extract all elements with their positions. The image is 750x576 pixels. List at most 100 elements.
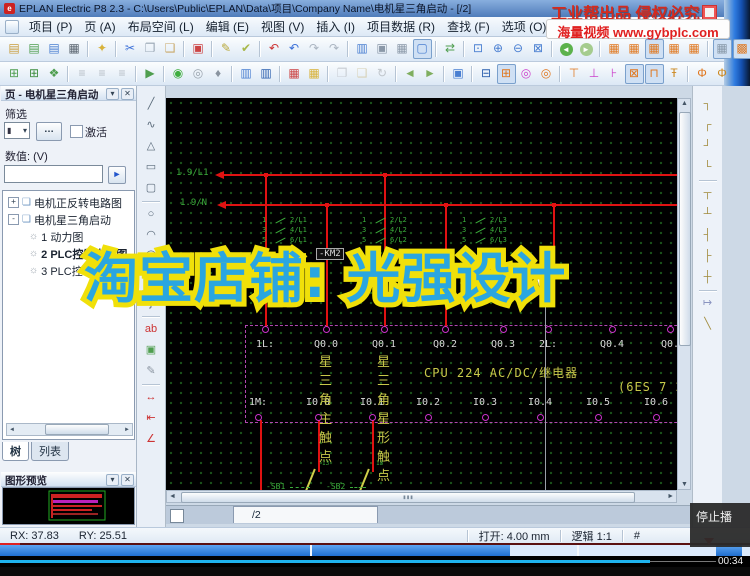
export-folder-button[interactable]: ▥ — [257, 64, 276, 84]
text-align-button[interactable]: ≡ — [113, 64, 132, 84]
draw-polygon-button[interactable]: △ — [140, 137, 163, 157]
draw-sector-button[interactable]: ◔ — [140, 268, 163, 288]
potential-tool-2-button[interactable]: Φ — [713, 64, 732, 84]
navigator-tab-2[interactable]: 列表 — [31, 442, 69, 461]
expander-icon[interactable]: + — [8, 197, 19, 208]
coil-tool-2-button[interactable]: ◎ — [537, 64, 556, 84]
zoom-out-button[interactable]: ⊖ — [509, 39, 528, 59]
pin-button[interactable]: ♦ — [209, 64, 228, 84]
schematic-canvas[interactable]: 1.9/L1 1.9/N 1 2/L1 3 4/L1 5 6/L1 1 2/L2 3 4/L2 5 6/L… — [166, 98, 677, 490]
corner-down-right-button[interactable]: ┌ — [696, 116, 719, 136]
terminal-multi-tool-button[interactable]: ⊥ — [585, 64, 604, 84]
previous-page-button[interactable]: ◄ — [557, 39, 576, 59]
paste-button[interactable]: ❑ — [161, 39, 180, 59]
grid-size-5-button[interactable]: ▦ — [685, 39, 704, 59]
potential-tool-button[interactable]: Φ — [693, 64, 712, 84]
paste-disabled-button[interactable]: ❑ — [353, 64, 372, 84]
symbol-multi-button[interactable]: ⊞ — [25, 64, 44, 84]
message-list-button[interactable]: ▣ — [373, 39, 392, 59]
expander-icon[interactable]: - — [8, 214, 19, 225]
edit-properties-button[interactable]: ✎ — [217, 39, 236, 59]
new-project-button[interactable]: ▤ — [5, 39, 24, 59]
canvas-hscrollbar[interactable]: ◄ ▮▮▮ ► — [166, 490, 677, 503]
menu-item-4[interactable]: 编辑 (E) — [200, 16, 255, 37]
tree-item-2[interactable]: - ❏ 电机星三角启动 — [3, 211, 134, 228]
object-snap-button[interactable]: ▩ — [732, 39, 750, 59]
zoom-window-button[interactable]: ⊡ — [469, 39, 488, 59]
video-buffer-bar[interactable] — [0, 545, 750, 556]
undo-button[interactable]: ↶ — [265, 39, 284, 59]
menu-item-8[interactable]: 查找 (F) — [441, 16, 496, 37]
device-navigator-button[interactable]: ▥ — [353, 39, 372, 59]
zoom-in-button[interactable]: ⊕ — [489, 39, 508, 59]
device-box-tool-button[interactable]: ⊞ — [496, 63, 516, 84]
scroll-up-icon[interactable]: ▲ — [681, 100, 688, 107]
table-delete-button[interactable]: ▦ — [285, 64, 304, 84]
next-page-button[interactable]: ► — [577, 39, 596, 59]
draw-polyline-button[interactable]: ∿ — [140, 116, 163, 136]
t-node-down-button[interactable]: ┬ — [696, 184, 719, 204]
dim-angle-button[interactable]: ∠ — [140, 430, 163, 450]
preview-pin-icon[interactable]: ▾ — [106, 474, 119, 486]
t-node-right-button[interactable]: ├ — [696, 247, 719, 267]
tree-item-4[interactable]: ☼ 2 PLC控制电路图 — [3, 245, 134, 262]
snap-to-grid-button[interactable]: ▦ — [712, 39, 732, 59]
cut-button[interactable]: ✂ — [121, 39, 140, 59]
t-node-left-button[interactable]: ┤ — [696, 226, 719, 246]
device-connection-tool-button[interactable]: ⊦ — [605, 64, 624, 84]
open-project-button[interactable]: ▤ — [25, 39, 44, 59]
sync-on-button[interactable]: ◉ — [169, 64, 188, 84]
scroll-left-icon[interactable]: ◄ — [169, 493, 176, 500]
apply-filter-button[interactable]: ► — [108, 166, 126, 184]
workspace-window-button[interactable]: ▢ — [412, 39, 432, 59]
corner-down-left-button[interactable]: ┐ — [696, 95, 719, 115]
insert-text-button[interactable]: ab — [140, 320, 163, 340]
table-new-button[interactable]: ▦ — [305, 64, 324, 84]
value-input[interactable] — [4, 165, 103, 183]
grid-size-1-button[interactable]: ▦ — [605, 39, 624, 59]
grid-size-4-button[interactable]: ▦ — [665, 39, 684, 59]
dim-continue-button[interactable]: ⇤ — [140, 409, 163, 429]
draw-line-button[interactable]: ╱ — [140, 95, 163, 115]
grid-size-3-button[interactable]: ▦ — [644, 39, 664, 59]
corner-up-left-button[interactable]: ┘ — [696, 137, 719, 157]
insert-image-button[interactable]: ▣ — [140, 341, 163, 361]
terminal-tool-button[interactable]: ⊤ — [565, 64, 584, 84]
plugin-button[interactable]: ❖ — [45, 64, 64, 84]
filter-combo[interactable]: ▮ ▾ — [4, 122, 30, 139]
sync-off-button[interactable]: ◎ — [189, 64, 208, 84]
copy-button[interactable]: ❐ — [141, 39, 160, 59]
grid-view-button[interactable]: ▦ — [393, 39, 412, 59]
tree-hscrollbar[interactable]: ◄ ► — [6, 423, 133, 436]
stop-button[interactable]: 停止播 — [690, 503, 750, 547]
draw-arc-button[interactable]: ◠ — [140, 226, 163, 246]
forward-nav-button[interactable]: ► — [421, 64, 440, 84]
menu-item-7[interactable]: 项目数据 (R) — [361, 16, 441, 37]
rotate-disabled-button[interactable]: ↻ — [373, 64, 392, 84]
undo-list-button[interactable]: ↶ — [285, 39, 304, 59]
hscroll-thumb[interactable]: ▮▮▮ — [181, 492, 635, 503]
angle-connection-button[interactable]: ╲ — [696, 315, 719, 335]
import-folder-button[interactable]: ▥ — [237, 64, 256, 84]
cross-junction-button[interactable]: ┼ — [696, 268, 719, 288]
cable-tool-button[interactable]: ⊠ — [624, 63, 644, 84]
image-tool-button[interactable]: ▣ — [449, 64, 468, 84]
copy-disabled-button[interactable]: ❐ — [333, 64, 352, 84]
preview-close-icon[interactable]: ✕ — [121, 474, 134, 486]
redo-button[interactable]: ↷ — [305, 39, 324, 59]
draw-spline-button[interactable]: ʃ — [140, 294, 163, 314]
menu-item-3[interactable]: 布局空间 (L) — [122, 16, 200, 37]
menu-item-5[interactable]: 视图 (V) — [255, 16, 310, 37]
check-project-button[interactable]: ✔ — [237, 39, 256, 59]
text-styles-button[interactable]: ≡ — [93, 64, 112, 84]
text-sizes-button[interactable]: ≡ — [73, 64, 92, 84]
menu-item-1[interactable]: 项目 (P) — [23, 16, 78, 37]
vscroll-thumb[interactable] — [679, 112, 691, 346]
filter-more-button[interactable]: … — [36, 122, 62, 141]
active-checkbox[interactable] — [70, 125, 83, 138]
menu-item-2[interactable]: 页 (A) — [78, 16, 121, 37]
corner-up-right-button[interactable]: └ — [696, 158, 719, 178]
scroll-down-icon[interactable]: ▼ — [681, 481, 688, 488]
print-button[interactable]: ▦ — [65, 39, 84, 59]
zoom-fit-button[interactable]: ⊠ — [529, 39, 548, 59]
